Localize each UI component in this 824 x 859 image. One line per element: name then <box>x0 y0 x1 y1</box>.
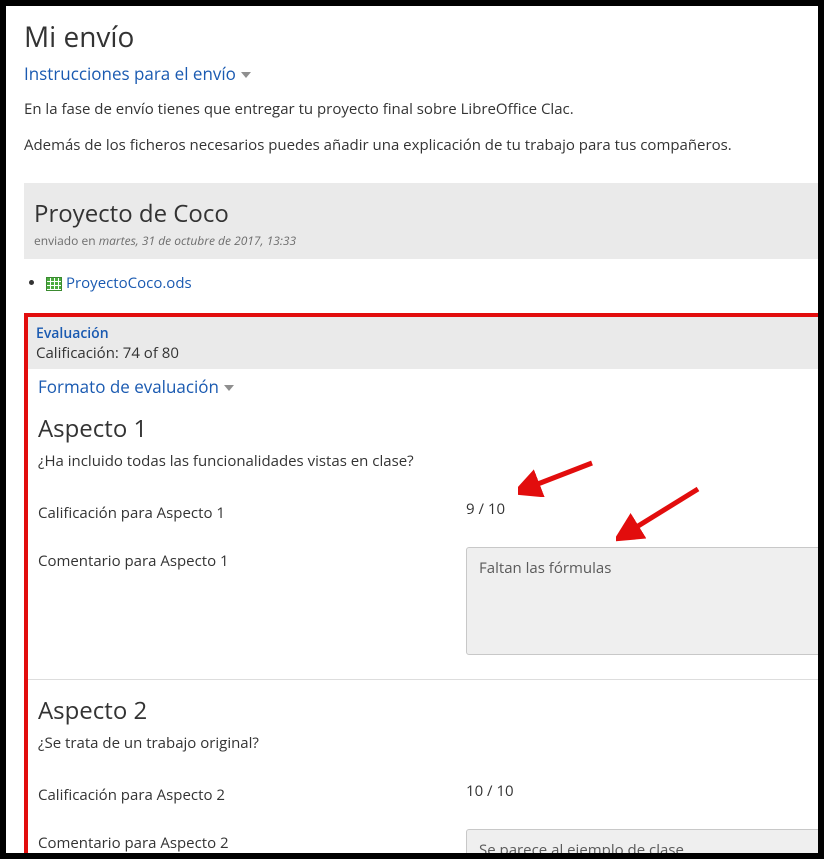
aspect-question: ¿Se trata de un trabajo original? <box>38 733 818 753</box>
evaluation-format-toggle[interactable]: Formato de evaluación <box>38 375 818 398</box>
aspect-grade-label: Calificación para Aspecto 1 <box>38 499 466 523</box>
evaluation-body: Formato de evaluación Aspecto 1 ¿Ha incl… <box>28 369 818 853</box>
chevron-down-icon <box>241 72 251 78</box>
aspect-comment-box: Se parece al ejemplo de clase <box>466 829 818 853</box>
aspect-grade-row: Calificación para Aspecto 2 10 / 10 <box>38 781 818 805</box>
list-item: ProyectoCoco.ods <box>46 273 818 293</box>
submission-panel: Proyecto de Coco enviado en martes, 31 d… <box>24 183 818 853</box>
instructions-toggle[interactable]: Instrucciones para el envío <box>24 62 800 85</box>
aspect-title: Aspecto 1 <box>38 412 818 445</box>
aspect-title: Aspecto 2 <box>38 694 818 727</box>
aspect-comment-box: Faltan las fórmulas <box>466 547 818 655</box>
evaluation-header: Evaluación Calificación: 74 of 80 <box>28 317 818 369</box>
aspect-separator <box>28 679 818 680</box>
submission-file-link[interactable]: ProyectoCoco.ods <box>46 273 192 293</box>
aspect-grade-value: 10 / 10 <box>466 781 818 801</box>
submission-date: martes, 31 de octubre de 2017, 13:33 <box>99 232 296 249</box>
submission-file-name: ProyectoCoco.ods <box>66 273 192 293</box>
aspect-comment-value: Se parece al ejemplo de clase <box>466 829 818 853</box>
evaluation-grade: Calificación: 74 of 80 <box>36 343 818 363</box>
submission-title: Proyecto de Coco <box>34 197 818 230</box>
description-line-1: En la fase de envío tienes que entregar … <box>24 99 800 119</box>
page-title: Mi envío <box>24 18 800 56</box>
aspect-question: ¿Ha incluido todas las funcionalidades v… <box>38 451 818 471</box>
aspect-comment-label: Comentario para Aspecto 2 <box>38 829 466 853</box>
spreadsheet-icon <box>46 277 62 291</box>
description-line-2: Además de los ficheros necesarios puedes… <box>24 135 800 155</box>
aspect-grade-row: Calificación para Aspecto 1 9 / 10 <box>38 499 818 523</box>
aspect-comment-value: Faltan las fórmulas <box>466 547 818 655</box>
submission-meta: enviado en martes, 31 de octubre de 2017… <box>34 232 818 249</box>
chevron-down-icon <box>224 385 234 391</box>
evaluation-format-heading: Formato de evaluación <box>38 375 219 398</box>
aspect-grade-label: Calificación para Aspecto 2 <box>38 781 466 805</box>
aspect-comment-row: Comentario para Aspecto 2 Se parece al e… <box>38 829 818 853</box>
page-container: Mi envío Instrucciones para el envío En … <box>6 6 818 853</box>
submission-files: ProyectoCoco.ods <box>46 273 818 293</box>
submission-meta-prefix: enviado en <box>34 232 99 249</box>
aspect-grade-value: 9 / 10 <box>466 499 818 519</box>
evaluation-link[interactable]: Evaluación <box>36 324 109 343</box>
instructions-link: Instrucciones para el envío <box>24 62 236 85</box>
aspect-comment-row: Comentario para Aspecto 1 Faltan las fór… <box>38 547 818 655</box>
aspect-comment-label: Comentario para Aspecto 1 <box>38 547 466 571</box>
submission-header: Proyecto de Coco enviado en martes, 31 d… <box>24 183 818 259</box>
evaluation-annotated-region: Evaluación Calificación: 74 of 80 Format… <box>24 313 818 853</box>
